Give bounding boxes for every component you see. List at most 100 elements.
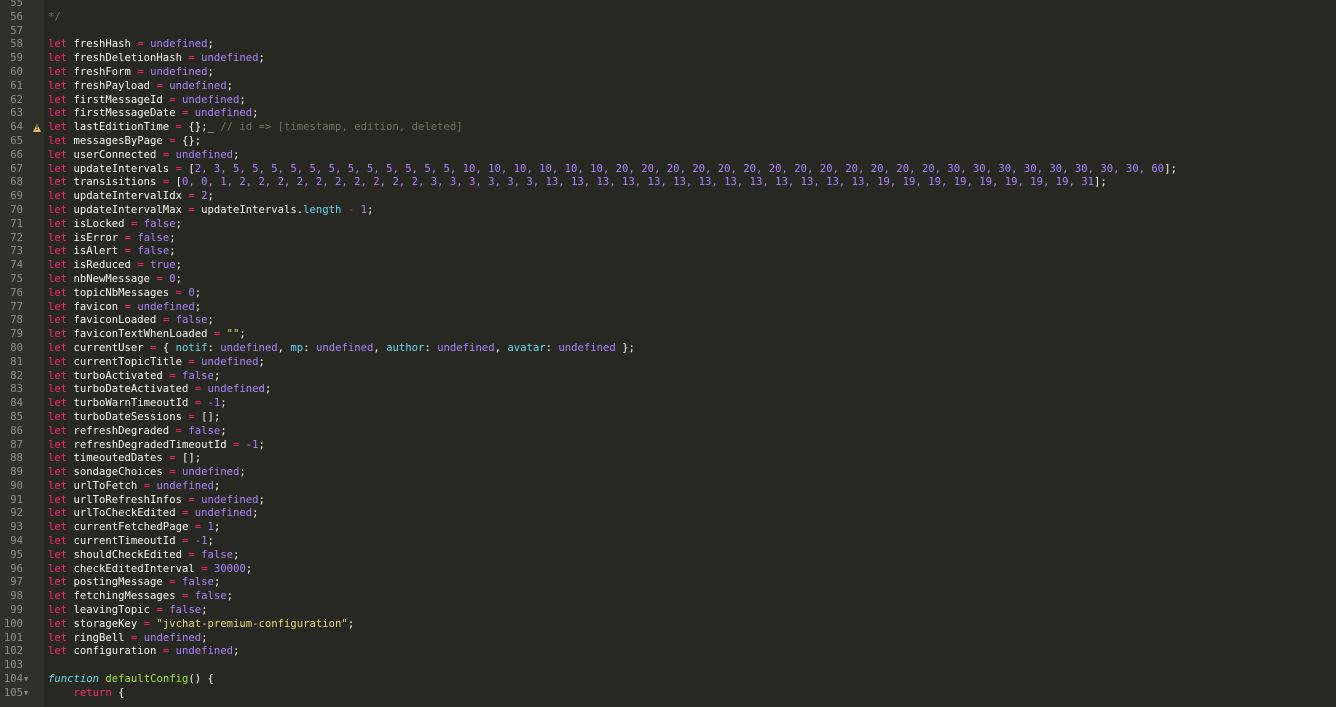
gutter-line: 74 [0, 259, 44, 273]
code-token: function [48, 673, 100, 686]
code-line[interactable]: let favicon = undefined; [48, 301, 1336, 315]
code-token: let [48, 424, 68, 437]
code-token: false [143, 217, 176, 230]
code-line[interactable]: let currentTimeoutId = -1; [48, 535, 1336, 549]
code-token: false [169, 604, 202, 617]
code-token: let [48, 203, 68, 216]
line-number: 79 [10, 328, 23, 341]
code-line[interactable]: let configuration = undefined; [48, 645, 1336, 659]
code-token: let [48, 369, 68, 382]
code-line[interactable] [48, 0, 1336, 11]
code-line[interactable]: let fetchingMessages = false; [48, 590, 1336, 604]
code-token: ; [252, 107, 259, 120]
code-line[interactable]: let storageKey = "jvchat-premium-configu… [48, 618, 1336, 632]
code-line[interactable]: let firstMessageId = undefined; [48, 94, 1336, 108]
line-number: 72 [10, 231, 23, 244]
code-line[interactable]: let isAlert = false; [48, 245, 1336, 259]
code-line[interactable]: let checkEditedInterval = 30000; [48, 563, 1336, 577]
code-line[interactable]: let currentFetchedPage = 1; [48, 521, 1336, 535]
line-number: 86 [10, 424, 23, 437]
code-line[interactable]: let timeoutedDates = []; [48, 452, 1336, 466]
code-line[interactable]: let turboWarnTimeoutId = -1; [48, 397, 1336, 411]
code-line[interactable]: let refreshDegradedTimeoutId = -1; [48, 439, 1336, 453]
code-area[interactable]: */ let freshHash = undefined; let freshDel… [48, 0, 1336, 707]
code-line[interactable]: return { [48, 687, 1336, 701]
code-line[interactable]: let isError = false; [48, 232, 1336, 246]
code-line[interactable]: let turboDateSessions = []; [48, 411, 1336, 425]
code-token: ; [239, 93, 246, 106]
code-line[interactable]: let ringBell = undefined; [48, 632, 1336, 646]
code-token: ; [194, 300, 202, 313]
code-token: */ [48, 10, 61, 23]
gutter-line: 105 ▼ [0, 687, 44, 701]
code-token: ; [264, 383, 272, 396]
code-token: urlToCheckEdited [67, 507, 182, 520]
line-number: 65 [10, 134, 23, 147]
code-token: []; [194, 410, 221, 423]
gutter-line: 89 [0, 466, 44, 480]
code-token: let [48, 259, 68, 272]
gutter-line: 68 [0, 176, 44, 190]
code-line[interactable]: let messagesByPage = {}; [48, 135, 1336, 149]
code-token: undefined [201, 52, 259, 65]
code-line[interactable]: let freshPayload = undefined; [48, 80, 1336, 94]
code-line[interactable]: let urlToFetch = undefined; [48, 480, 1336, 494]
code-line[interactable]: let updateIntervalMax = updateIntervals.… [48, 204, 1336, 218]
code-line[interactable]: let turboDateActivated = undefined; [48, 383, 1336, 397]
code-line[interactable]: let lastEditionTime = {};_ // id => [tim… [48, 121, 1336, 135]
code-token: false [181, 576, 214, 589]
fold-arrow-icon[interactable]: ▼ [24, 673, 28, 687]
gutter-line: 100 [0, 618, 44, 632]
code-line[interactable]: let freshForm = undefined; [48, 66, 1336, 80]
code-line[interactable]: let topicNbMessages = 0; [48, 287, 1336, 301]
code-token: ; [175, 259, 182, 272]
code-line[interactable]: */ [48, 11, 1336, 25]
code-token: let [48, 65, 68, 78]
code-token: leavingTopic [67, 604, 157, 617]
code-line[interactable]: let updateIntervals = [2, 3, 5, 5, 5, 5,… [48, 163, 1336, 177]
code-token: sondageChoices [67, 466, 170, 479]
code-line[interactable] [48, 25, 1336, 39]
code-line[interactable]: let shouldCheckEdited = false; [48, 549, 1336, 563]
gutter-line: 59 [0, 52, 44, 66]
code-line[interactable]: let isReduced = true; [48, 259, 1336, 273]
code-token: author [386, 341, 425, 354]
code-line[interactable]: let leavingTopic = false; [48, 604, 1336, 618]
code-token: false [201, 548, 233, 561]
code-line[interactable]: let postingMessage = false; [48, 576, 1336, 590]
code-line[interactable]: let userConnected = undefined; [48, 149, 1336, 163]
code-line[interactable]: let firstMessageDate = undefined; [48, 107, 1336, 121]
code-token: let [48, 604, 68, 617]
code-token: ; [175, 217, 182, 230]
code-token: ; [239, 328, 246, 341]
code-line[interactable]: let sondageChoices = undefined; [48, 466, 1336, 480]
code-line[interactable]: let currentUser = { notif: undefined, mp… [48, 342, 1336, 356]
code-line[interactable]: let transisitions = [0, 0, 1, 2, 2, 2, 2… [48, 176, 1336, 190]
code-line[interactable]: let updateIntervalIdx = 2; [48, 190, 1336, 204]
code-token: let [48, 452, 68, 465]
line-number: 73 [10, 245, 23, 258]
code-line[interactable]: let freshHash = undefined; [48, 38, 1336, 52]
code-line[interactable]: let faviconTextWhenLoaded = ""; [48, 328, 1336, 342]
code-line[interactable]: let faviconLoaded = false; [48, 314, 1336, 328]
code-line[interactable] [48, 659, 1336, 673]
code-line[interactable]: let urlToCheckEdited = undefined; [48, 507, 1336, 521]
code-line[interactable]: let isLocked = false; [48, 218, 1336, 232]
gutter-line: 101 [0, 632, 44, 646]
code-line[interactable]: let nbNewMessage = 0; [48, 273, 1336, 287]
code-line[interactable]: let turboActivated = false; [48, 370, 1336, 384]
code-token: timeoutedDates [67, 452, 170, 465]
code-line[interactable]: let freshDeletionHash = undefined; [48, 52, 1336, 66]
code-token: freshForm [67, 65, 138, 78]
code-line[interactable]: let urlToRefreshInfos = undefined; [48, 494, 1336, 508]
code-token: refreshDegradedTimeoutId [67, 438, 233, 451]
gutter-line: 81 [0, 356, 44, 370]
fold-arrow-icon[interactable]: ▼ [24, 687, 28, 701]
code-line[interactable]: let refreshDegraded = false; [48, 425, 1336, 439]
code-token: ; [220, 397, 227, 410]
code-line[interactable]: let currentTopicTitle = undefined; [48, 356, 1336, 370]
code-line[interactable]: function defaultConfig() { [48, 673, 1336, 687]
warning-icon[interactable] [33, 124, 41, 133]
line-number-gutter: 5556575859606162636465666768697071727374… [0, 0, 44, 707]
code-editor[interactable]: 5556575859606162636465666768697071727374… [0, 0, 1336, 707]
